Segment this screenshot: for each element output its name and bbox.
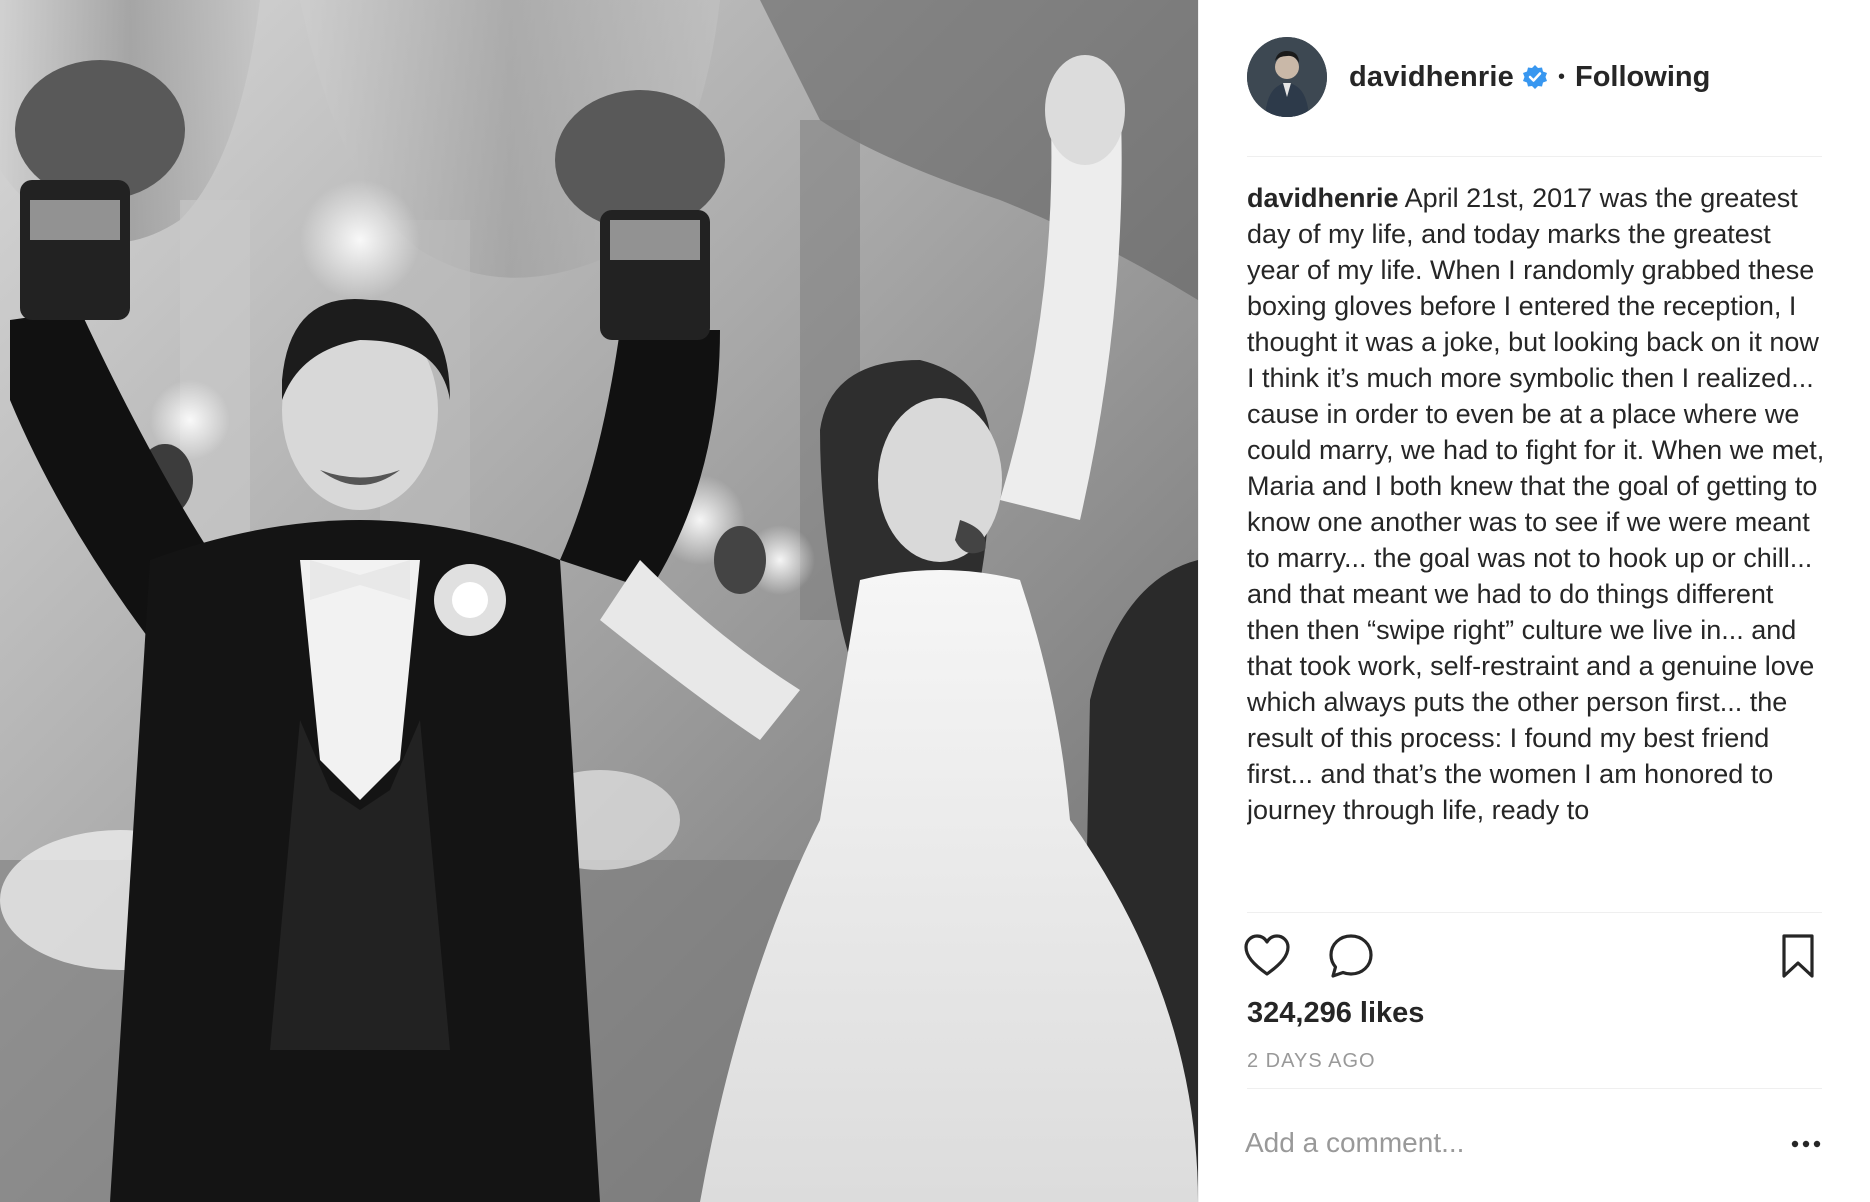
add-comment-input[interactable] [1245,1122,1725,1164]
verified-badge-icon [1522,64,1548,90]
heart-icon[interactable] [1243,932,1291,980]
comment-divider [1247,1088,1822,1089]
following-button[interactable]: Following [1575,61,1710,94]
more-options-icon[interactable] [1790,1132,1822,1156]
username-link[interactable]: davidhenrie [1349,61,1514,94]
caption-divider [1247,912,1822,913]
header-separator: • [1557,65,1565,88]
profile-avatar[interactable] [1247,37,1327,117]
post-photo[interactable] [0,0,1198,1202]
action-bar [1243,932,1822,980]
instagram-post: davidhenrie • Following davidhenrie Apri… [0,0,1870,1202]
post-timestamp[interactable]: 2 DAYS AGO [1247,1050,1376,1073]
bookmark-icon[interactable] [1774,932,1822,980]
post-header: davidhenrie • Following [1247,36,1822,118]
caption-username-link[interactable]: davidhenrie [1247,183,1399,213]
post-caption: davidhenrie April 21st, 2017 was the gre… [1247,180,1827,912]
caption-text: April 21st, 2017 was the greatest day of… [1247,183,1825,825]
likes-count[interactable]: 324,296 likes [1247,997,1424,1030]
comment-bubble-icon[interactable] [1327,932,1375,980]
wedding-photo-illustration [0,0,1198,1202]
header-divider [1247,156,1822,157]
post-info-panel: davidhenrie • Following davidhenrie Apri… [1198,0,1870,1202]
avatar-image [1247,37,1327,117]
